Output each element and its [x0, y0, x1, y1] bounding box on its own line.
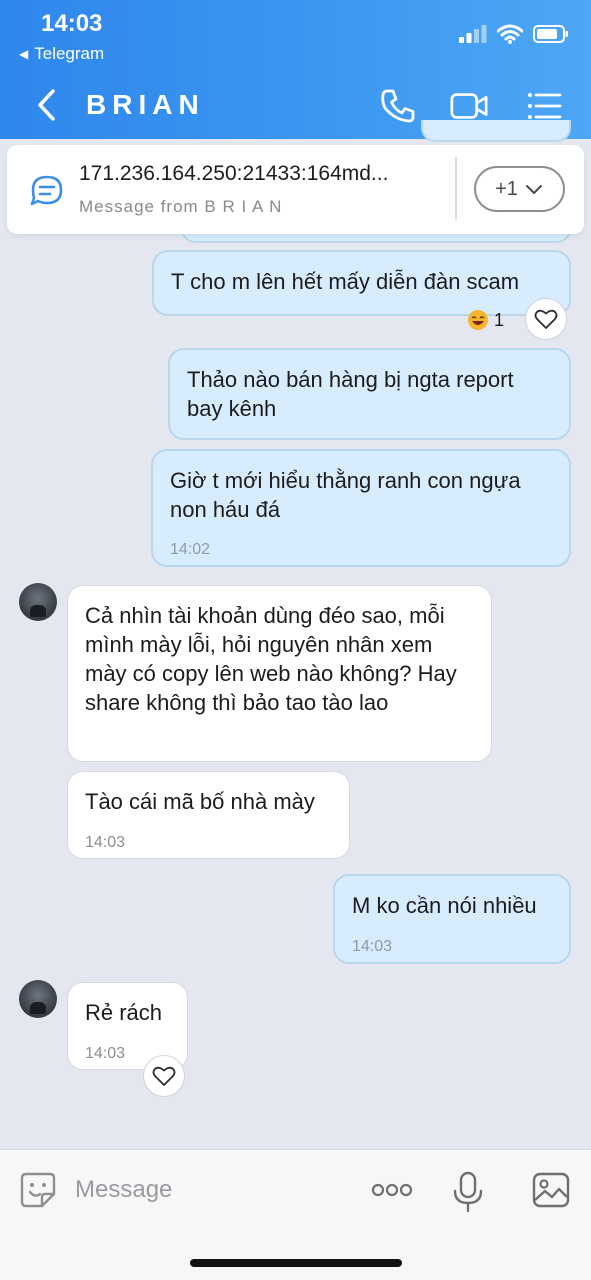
chevron-down-icon [525, 185, 542, 194]
message-bubble-outgoing[interactable]: M ko cần nói nhiều 14:03 [333, 874, 571, 964]
status-time: 14:03 [41, 10, 103, 37]
back-triangle-icon: ◀ [19, 47, 29, 61]
like-button[interactable] [525, 298, 567, 340]
message-time: 14:03 [85, 1045, 126, 1062]
image-icon[interactable] [531, 1170, 571, 1210]
pinned-more-label: +1 [495, 177, 518, 200]
message-text: Cả nhìn tài khoản dùng đéo sao, mỗi mình… [85, 603, 457, 715]
message-text: M ko cần nói nhiều [352, 893, 537, 918]
battery-icon [533, 25, 568, 43]
more-icon[interactable] [370, 1170, 414, 1210]
laughing-emoji-icon [468, 310, 488, 330]
like-button[interactable] [143, 1055, 185, 1097]
message-bubble-outgoing[interactable]: Thảo nào bán hàng bị ngta report bay kên… [168, 348, 571, 440]
signal-icon [459, 25, 487, 43]
chat-header: 14:03 ◀ Telegram BRIAN [0, 0, 591, 139]
message-bubble-outgoing[interactable]: Giờ t mới hiểu thằng ranh con ngựa non h… [151, 449, 571, 567]
message-time: 14:03 [352, 938, 393, 955]
message-input[interactable]: Message [75, 1176, 172, 1204]
message-time: 14:03 [85, 834, 126, 851]
message-text: Thảo nào bán hàng bị ngta report bay kên… [187, 367, 514, 421]
home-indicator [190, 1259, 402, 1267]
status-icons [459, 24, 569, 44]
message-bubble-incoming[interactable]: Tào cái mã bố nhà mày 14:03 [67, 771, 350, 859]
message-text: Rẻ rách [85, 1000, 163, 1025]
message-bubble-fragment [421, 120, 571, 142]
avatar[interactable] [19, 583, 57, 621]
reaction-chip[interactable]: 1 [460, 306, 512, 334]
back-arrow-icon[interactable] [33, 86, 61, 124]
sticker-icon[interactable] [18, 1170, 58, 1210]
heart-icon [534, 309, 558, 329]
chat-title[interactable]: BRIAN [86, 89, 205, 121]
pinned-divider [455, 157, 457, 220]
back-app-label: Telegram [34, 44, 105, 63]
phone-icon[interactable] [378, 86, 418, 126]
wifi-icon [497, 24, 523, 44]
heart-icon [152, 1066, 176, 1086]
message-time: 14:02 [170, 541, 211, 558]
chat-bubble-icon [30, 175, 63, 206]
pinned-message-text: 171.236.164.250:21433:164md... [79, 162, 389, 185]
pinned-message-subtitle: Message from B R I A N [79, 197, 283, 216]
pinned-message-bar[interactable]: 171.236.164.250:21433:164md... Message f… [7, 145, 584, 234]
message-text: T cho m lên hết mấy diễn đàn scam [171, 269, 520, 294]
message-text: Giờ t mới hiểu thằng ranh con ngựa non h… [170, 468, 521, 522]
reaction-count: 1 [494, 309, 505, 330]
mic-icon[interactable] [448, 1170, 488, 1214]
back-to-app[interactable]: ◀ Telegram [19, 44, 104, 64]
message-bubble-incoming[interactable]: Cả nhìn tài khoản dùng đéo sao, mỗi mình… [67, 585, 492, 762]
message-text: Tào cái mã bố nhà mày [85, 789, 315, 814]
pinned-more-button[interactable]: +1 [474, 166, 565, 212]
avatar[interactable] [19, 980, 57, 1018]
